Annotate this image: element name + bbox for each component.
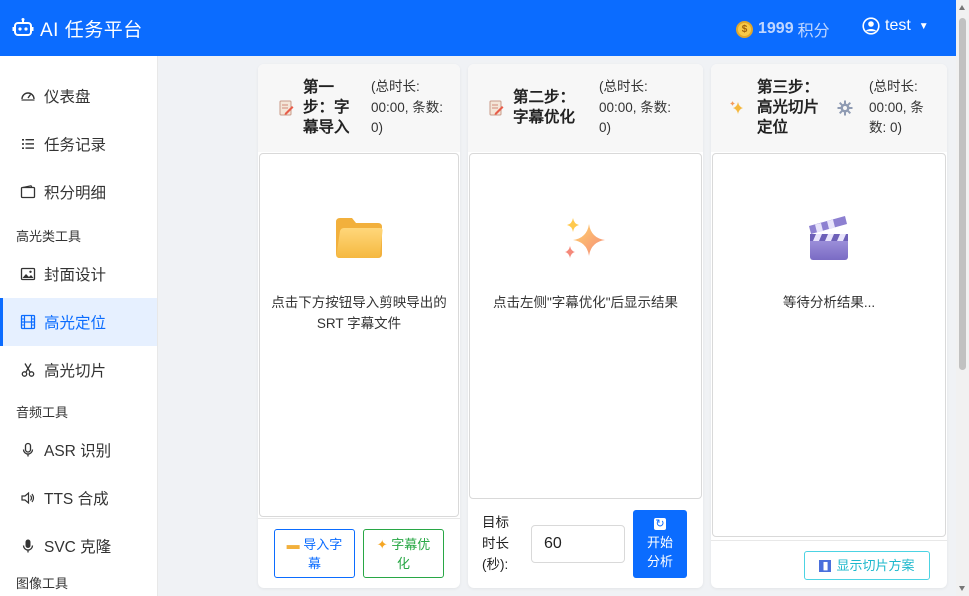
optimize-subtitle-button[interactable]: ✦ 字幕优化 — [363, 529, 444, 578]
step1-panel: 第一步：字幕导入 (总时长: 00:00, 条数: 0) 点击下方按钮导入剪映导… — [258, 64, 460, 588]
sidebar-item-label: 高光切片 — [44, 363, 107, 380]
coin-icon: $ — [736, 20, 753, 38]
step1-empty-text: 点击下方按钮导入剪映导出的 SRT 字幕文件 — [271, 295, 447, 331]
group-label-image: 图像工具 — [16, 576, 69, 591]
sidebar-item-label: 仪表盘 — [44, 89, 91, 106]
step2-title: 第二步：字幕优化 — [513, 89, 576, 126]
step3-meta: (总时长: 00:00, 条数: 0) — [869, 79, 924, 136]
start-analysis-button[interactable]: ↻ 开始分析 — [633, 510, 687, 578]
image-icon — [20, 266, 36, 282]
wallet-icon — [20, 184, 36, 200]
points-value: 1999 — [758, 20, 794, 37]
start-analysis-label: 开始分析 — [646, 534, 673, 569]
step2-meta: (总时长: 00:00, 条数: 0) — [599, 79, 672, 136]
group-label-audio: 音频工具 — [16, 404, 69, 420]
user-menu[interactable]: test ▼ — [862, 17, 929, 35]
film-icon — [20, 314, 36, 330]
sidebar-item-points-detail[interactable]: 积分明细 — [0, 168, 157, 216]
gear-icon — [837, 100, 853, 116]
scrollbar-thumb[interactable] — [959, 18, 966, 370]
clapperboard-icon — [809, 216, 848, 260]
dashboard-icon — [20, 88, 36, 104]
sidebar-item-label: ASR 识别 — [44, 443, 112, 460]
step1-header: 第一步：字幕导入 (总时长: 00:00, 条数: 0) — [258, 64, 460, 152]
sidebar-item-label: TTS 合成 — [44, 491, 109, 508]
bar-chart-icon: ▮ — [819, 559, 832, 572]
folder-icon: ▬ — [286, 536, 300, 552]
page-scrollbar[interactable] — [956, 0, 969, 596]
scroll-down-arrow-icon[interactable] — [959, 586, 965, 591]
sidebar-item-task-records[interactable]: 任务记录 — [0, 120, 157, 168]
step2-panel: 第二步：字幕优化 (总时长: 00:00, 条数: 0) 点击左侧"字幕优化"后… — [468, 64, 703, 588]
sidebar-item-label: 高光定位 — [44, 315, 107, 332]
step3-footer: ▮ 显示切片方案 — [711, 540, 947, 588]
step3-title: 第三步：高光切片定位 — [757, 79, 820, 136]
sidebar-item-label: 封面设计 — [44, 267, 107, 284]
step2-footer: 目标时长(秒): 60 ↻ 开始分析 — [468, 500, 703, 588]
sidebar-item-svc[interactable]: SVC 克隆 — [0, 522, 157, 570]
step3-panel: 第三步：高光切片定位 (总时长: 00:00, 条数: 0) 等待分析结果...… — [711, 64, 947, 588]
import-subtitle-button[interactable]: ▬ 导入字幕 — [274, 529, 355, 578]
robot-icon — [12, 18, 34, 36]
document-edit-icon — [278, 100, 294, 116]
user-icon — [862, 17, 880, 35]
duration-label: 目标时长(秒): — [482, 515, 509, 572]
speaker-icon — [20, 490, 36, 506]
sidebar: 仪表盘 任务记录 积分明细 高光类工具 封面设计 高光定位 高光切片 音频工具 — [0, 56, 158, 596]
sidebar-item-tts[interactable]: TTS 合成 — [0, 474, 157, 522]
step2-header: 第二步：字幕优化 (总时长: 00:00, 条数: 0) — [468, 64, 703, 152]
points-display: $ 1999 积分 — [736, 17, 830, 41]
sidebar-item-dashboard[interactable]: 仪表盘 — [0, 72, 157, 120]
app-title: AI 任务平台 — [40, 19, 143, 41]
sidebar-item-label: 积分明细 — [44, 185, 107, 202]
chevron-down-icon: ▼ — [918, 20, 929, 32]
sidebar-item-asr[interactable]: ASR 识别 — [0, 426, 157, 474]
folder-icon — [336, 218, 383, 258]
sparkle-icon: ✦ — [376, 536, 388, 552]
step3-empty-text: 等待分析结果... — [782, 295, 876, 310]
points-unit: 积分 — [797, 23, 830, 40]
top-header: AI 任务平台 $ 1999 积分 test ▼ — [0, 0, 969, 56]
step3-header: 第三步：高光切片定位 (总时长: 00:00, 条数: 0) — [711, 64, 947, 152]
target-duration-input[interactable]: 60 — [531, 525, 625, 563]
scissors-icon — [20, 362, 36, 378]
step1-body: 点击下方按钮导入剪映导出的 SRT 字幕文件 — [259, 153, 459, 517]
step1-meta: (总时长: 00:00, 条数: 0) — [371, 79, 444, 136]
list-icon — [20, 136, 36, 152]
username: test — [885, 17, 911, 34]
optimize-subtitle-label: ✦ 字幕优化 — [374, 535, 434, 573]
show-clip-plan-label: 显示切片方案 — [836, 558, 915, 573]
step2-empty-text: 点击左侧"字幕优化"后显示结果 — [492, 295, 679, 310]
show-clip-plan-button[interactable]: ▮ 显示切片方案 — [804, 551, 930, 580]
step1-title: 第一步：字幕导入 — [303, 79, 350, 136]
sparkle-icon — [729, 100, 745, 116]
sidebar-item-cover-design[interactable]: 封面设计 — [0, 250, 157, 298]
sidebar-item-highlight-clip[interactable]: 高光切片 — [0, 346, 157, 394]
sidebar-item-label: 任务记录 — [44, 137, 107, 154]
sidebar-item-label: SVC 克隆 — [44, 539, 112, 556]
step2-body: 点击左侧"字幕优化"后显示结果 — [469, 153, 702, 499]
mic-icon — [20, 442, 36, 458]
scroll-up-arrow-icon[interactable] — [959, 5, 965, 10]
app-logo[interactable]: AI 任务平台 — [12, 15, 143, 42]
sidebar-item-highlight-locate[interactable]: 高光定位 — [0, 298, 157, 346]
mic-icon — [20, 538, 36, 554]
group-label-highlight: 高光类工具 — [16, 228, 82, 244]
sparkles-icon — [564, 218, 605, 258]
refresh-icon: ↻ — [654, 517, 666, 530]
step1-footer: ▬ 导入字幕 ✦ 字幕优化 — [258, 518, 460, 588]
step3-body: 等待分析结果... — [712, 153, 946, 537]
document-edit-icon — [488, 100, 504, 116]
optimize-subtitle-text: 字幕优化 — [391, 536, 431, 571]
import-subtitle-text: 导入字幕 — [303, 536, 343, 571]
import-subtitle-label: ▬ 导入字幕 — [285, 535, 345, 573]
